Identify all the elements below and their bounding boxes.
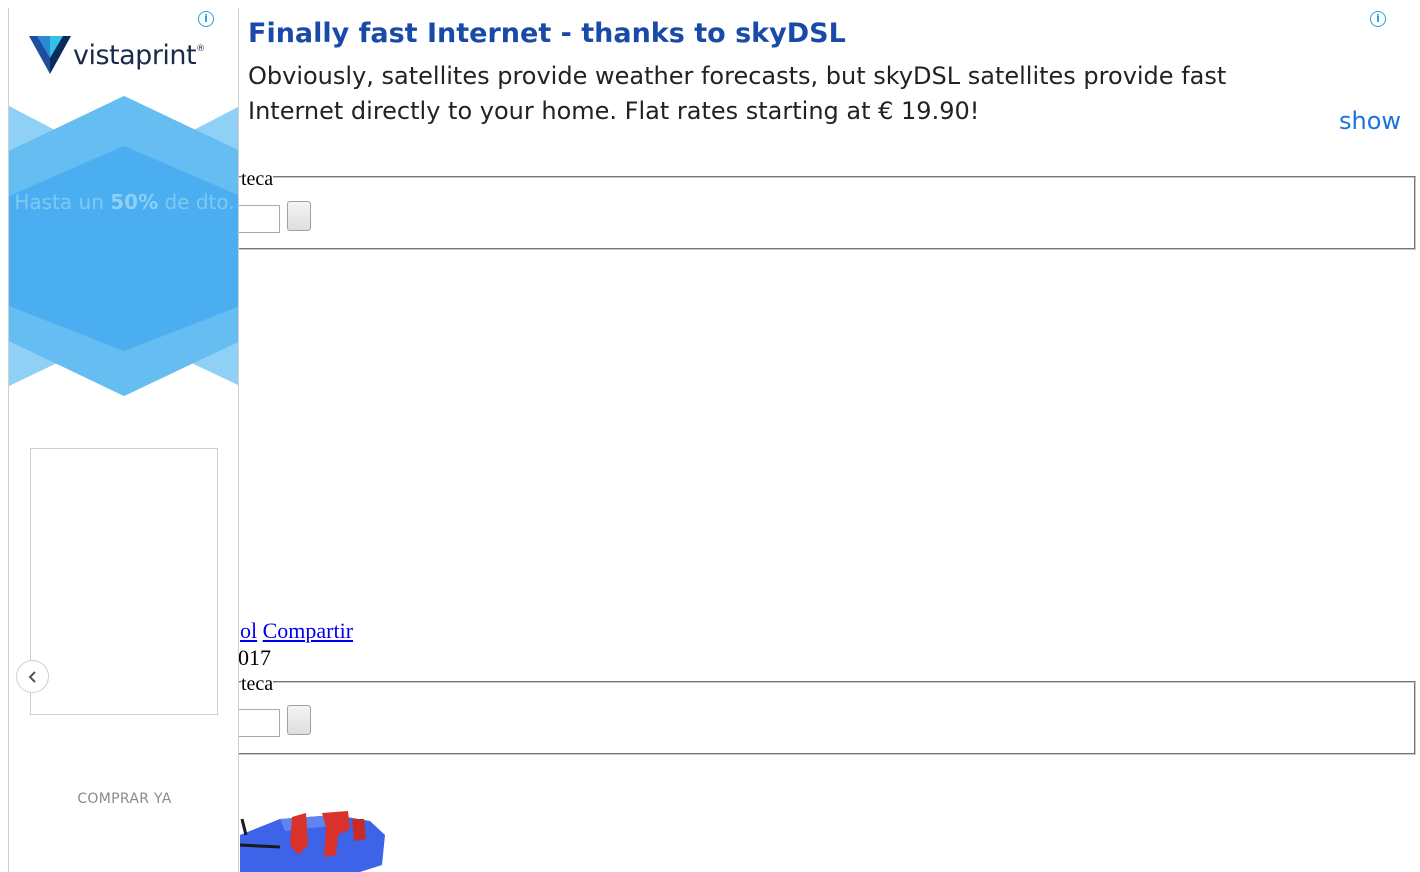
search-input-top[interactable]	[236, 205, 280, 233]
ad-description: Obviously, satellites provide weather fo…	[248, 62, 1227, 125]
side-skyscraper-ad[interactable]: vistaprint® Hasta un 50% de dto. COMPRAR…	[8, 8, 239, 872]
search-fieldset-top	[236, 176, 1416, 250]
brand-wordmark: vistaprint®	[73, 40, 205, 71]
share-link[interactable]: Compartir	[263, 618, 353, 643]
promo-hexagon-graphic	[9, 96, 238, 396]
ad-title-link[interactable]: Finally fast Internet - thanks to skyDSL	[248, 18, 846, 49]
side-ad-info-icon[interactable]: i	[198, 11, 214, 27]
vistaprint-logo-icon	[29, 36, 71, 74]
promo-text: Hasta un 50% de dto.	[14, 190, 235, 214]
search-button-bottom[interactable]	[287, 705, 311, 735]
search-legend-top: teca	[241, 168, 274, 190]
product-image-frame[interactable]	[30, 448, 218, 715]
buy-now-button[interactable]: COMPRAR YA	[9, 791, 238, 807]
article-links: ol Compartir	[240, 618, 353, 644]
ad-show-link[interactable]: show	[1339, 107, 1401, 135]
thumbnail-image[interactable]	[240, 805, 390, 872]
search-input-bottom[interactable]	[236, 709, 280, 737]
search-button-top[interactable]	[287, 201, 311, 231]
carousel-prev-button[interactable]	[16, 660, 49, 693]
search-fieldset-bottom	[236, 681, 1416, 755]
search-legend-bottom: teca	[241, 673, 274, 695]
partial-link[interactable]: ol	[240, 618, 257, 643]
top-banner-ad[interactable]: Finally fast Internet - thanks to skyDSL…	[240, 0, 1420, 160]
ad-info-icon[interactable]: i	[1370, 11, 1386, 27]
chevron-left-icon	[28, 670, 36, 683]
date-text: 017	[238, 645, 271, 670]
